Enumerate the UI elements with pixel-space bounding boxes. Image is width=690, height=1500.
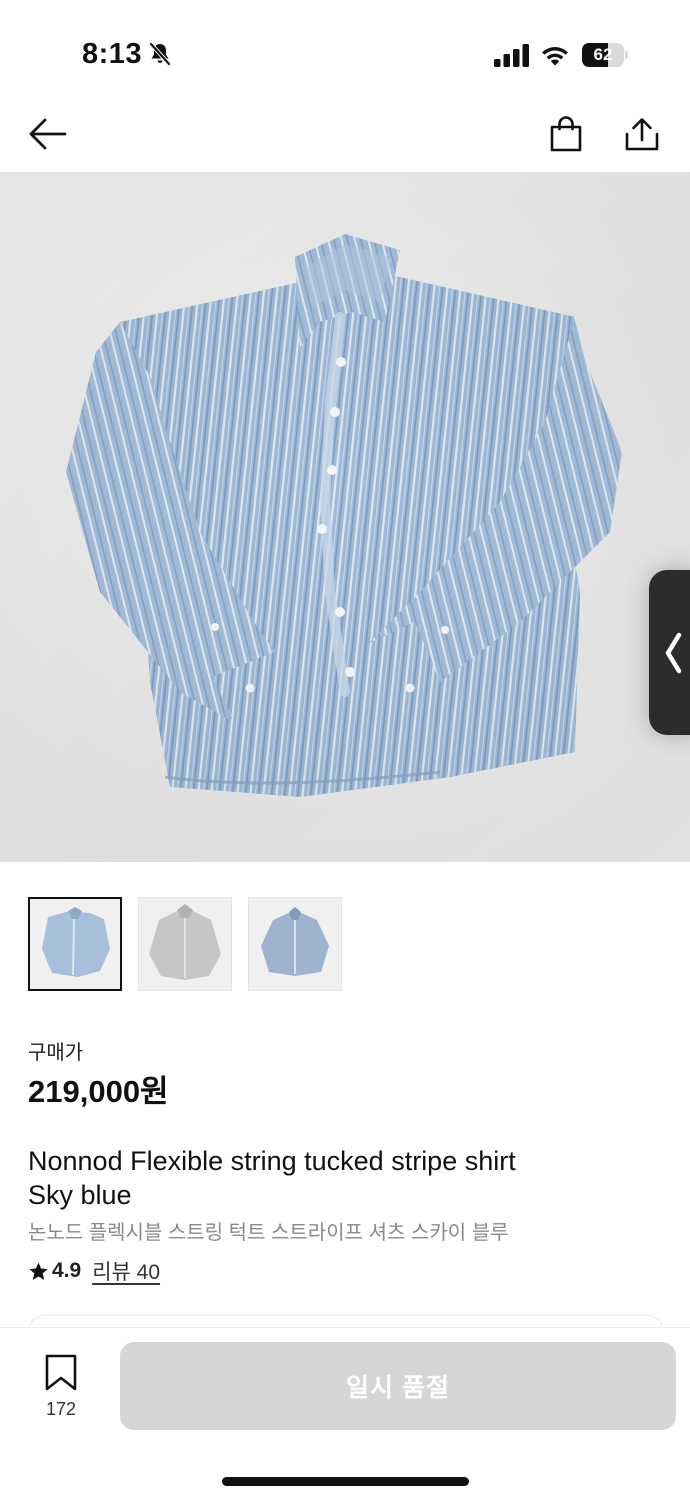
thumbnail-1[interactable] xyxy=(28,897,122,991)
bell-slash-icon xyxy=(149,42,171,66)
shopping-bag-icon xyxy=(550,116,582,152)
wishlist-count: 172 xyxy=(45,1399,77,1419)
battery-percent: 62 xyxy=(593,45,613,64)
rating-score: 4.9 xyxy=(52,1259,82,1282)
thumbnail-2[interactable] xyxy=(138,897,232,991)
share-button[interactable] xyxy=(620,112,664,156)
product-image-carousel[interactable] xyxy=(0,172,690,862)
thumbnail-3[interactable] xyxy=(248,897,342,991)
sold-out-button[interactable]: 일시 품절 xyxy=(120,1342,676,1430)
battery-icon: 62 xyxy=(582,43,628,67)
star-icon xyxy=(29,1262,48,1280)
thumbnail-image xyxy=(249,898,341,990)
product-title-line-1: Nonnod Flexible string tucked stripe shi… xyxy=(28,1146,516,1176)
wifi-icon xyxy=(542,47,568,66)
back-arrow-icon xyxy=(29,118,67,150)
wishlist-button[interactable]: 172 xyxy=(30,1354,92,1419)
bottom-action-bar: 172 일시 품절 xyxy=(0,1328,690,1500)
back-button[interactable] xyxy=(26,112,70,156)
product-image xyxy=(0,172,690,862)
product-title-en: Nonnod Flexible string tucked stripe shi… xyxy=(28,1144,588,1212)
product-title-line-2: Sky blue xyxy=(28,1180,132,1210)
rating-row: 4.9 리뷰 40 xyxy=(28,1257,160,1285)
cellular-signal-icon xyxy=(494,44,529,67)
top-nav xyxy=(0,100,690,172)
reviews-link[interactable]: 리뷰 40 xyxy=(92,1256,160,1286)
bookmark-icon xyxy=(45,1354,77,1391)
status-bar: 8:13 62 xyxy=(0,0,690,100)
share-icon xyxy=(625,118,659,151)
home-indicator xyxy=(222,1477,469,1486)
chevron-left-icon xyxy=(665,632,682,673)
price-label: 구매가 xyxy=(28,1042,84,1064)
product-title-ko: 논노드 플렉시블 스트링 턱트 스트라이프 셔츠 스카이 블루 xyxy=(28,1222,509,1244)
thumbnail-image xyxy=(30,899,120,989)
price: 219,000원 xyxy=(28,1074,169,1109)
side-panel-handle[interactable] xyxy=(649,570,690,735)
shopping-bag-button[interactable] xyxy=(544,112,588,156)
thumbnail-image xyxy=(139,898,231,990)
status-time: 8:13 xyxy=(82,38,143,70)
